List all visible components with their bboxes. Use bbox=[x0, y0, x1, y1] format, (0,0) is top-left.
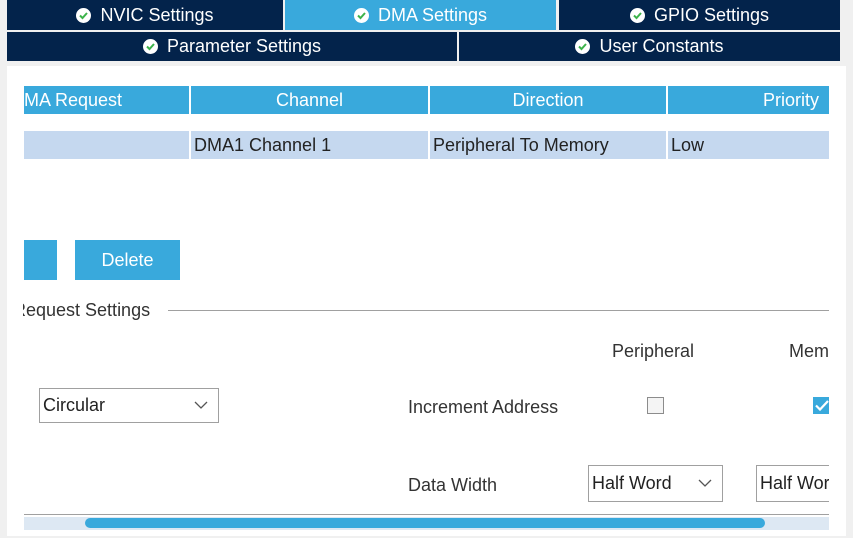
memory-increment-checkbox[interactable] bbox=[813, 397, 829, 414]
tab-label: User Constants bbox=[599, 36, 724, 56]
mode-select[interactable]: Circular bbox=[39, 388, 219, 423]
column-header-priority[interactable]: Priority bbox=[668, 86, 829, 114]
peripheral-data-width-select[interactable]: Half Word bbox=[588, 465, 723, 502]
check-circle-icon bbox=[629, 7, 645, 23]
check-circle-icon bbox=[142, 39, 158, 54]
memory-data-width-select[interactable]: Half Word bbox=[756, 465, 829, 502]
increment-address-label: Increment Address bbox=[408, 397, 559, 417]
settings-group-divider bbox=[168, 310, 829, 311]
tab-parameter-settings[interactable]: Parameter Settings bbox=[7, 32, 457, 61]
chevron-down-icon bbox=[698, 479, 712, 487]
tab-label: DMA Settings bbox=[377, 4, 488, 25]
column-header-label: MA Request bbox=[24, 89, 123, 110]
column-header-channel[interactable]: Channel bbox=[191, 86, 428, 114]
bottom-divider bbox=[24, 514, 829, 515]
table-cell-channel: DMA1 Channel 1 bbox=[189, 131, 429, 159]
settings-group-clip: Request Settings bbox=[23, 298, 168, 324]
cell-text: DMA1 Channel 1 bbox=[194, 134, 332, 155]
peripheral-data-width-value: Half Word bbox=[592, 473, 672, 493]
column-header-direction[interactable]: Direction bbox=[430, 86, 666, 114]
tab-label: NVIC Settings bbox=[100, 4, 214, 25]
peripheral-header: Peripheral bbox=[612, 341, 695, 361]
check-circle-icon bbox=[353, 7, 369, 23]
mode-select-value: Circular bbox=[43, 395, 106, 415]
tab-label: GPIO Settings bbox=[653, 4, 770, 25]
column-header-label: Priority bbox=[762, 89, 819, 110]
cell-text: Low bbox=[671, 134, 705, 155]
tab-label: Parameter Settings bbox=[166, 36, 322, 56]
tab-dma-settings[interactable]: DMA Settings bbox=[285, 0, 556, 30]
chevron-down-icon bbox=[194, 401, 208, 409]
checkmark-icon bbox=[815, 400, 829, 412]
check-circle-icon bbox=[76, 7, 92, 23]
table-cell-request bbox=[24, 131, 189, 159]
column-header-dma-request[interactable]: MA Request bbox=[24, 86, 189, 114]
data-width-label: Data Width bbox=[408, 475, 498, 495]
column-header-label: Direction bbox=[512, 89, 584, 110]
memory-header: Memory bbox=[789, 341, 829, 361]
memory-data-width-value: Half Word bbox=[760, 473, 829, 493]
table-cell-direction: Peripheral To Memory bbox=[428, 131, 667, 159]
table-cell-priority: Low bbox=[666, 131, 829, 159]
settings-group-title: Request Settings bbox=[23, 300, 151, 320]
add-button[interactable] bbox=[24, 240, 57, 280]
cell-text: Peripheral To Memory bbox=[433, 134, 609, 155]
column-header-label: Channel bbox=[275, 89, 344, 110]
tab-gpio-settings[interactable]: GPIO Settings bbox=[559, 0, 840, 30]
memory-header-clip: Memory bbox=[785, 338, 829, 364]
peripheral-increment-checkbox[interactable] bbox=[647, 397, 664, 414]
tab-user-constants[interactable]: User Constants bbox=[459, 32, 840, 61]
horizontal-scrollbar-thumb[interactable] bbox=[85, 518, 765, 528]
delete-button-label: Delete bbox=[101, 249, 154, 270]
delete-button[interactable]: Delete bbox=[75, 240, 180, 280]
tab-nvic-settings[interactable]: NVIC Settings bbox=[7, 0, 283, 30]
check-circle-icon bbox=[575, 39, 591, 54]
